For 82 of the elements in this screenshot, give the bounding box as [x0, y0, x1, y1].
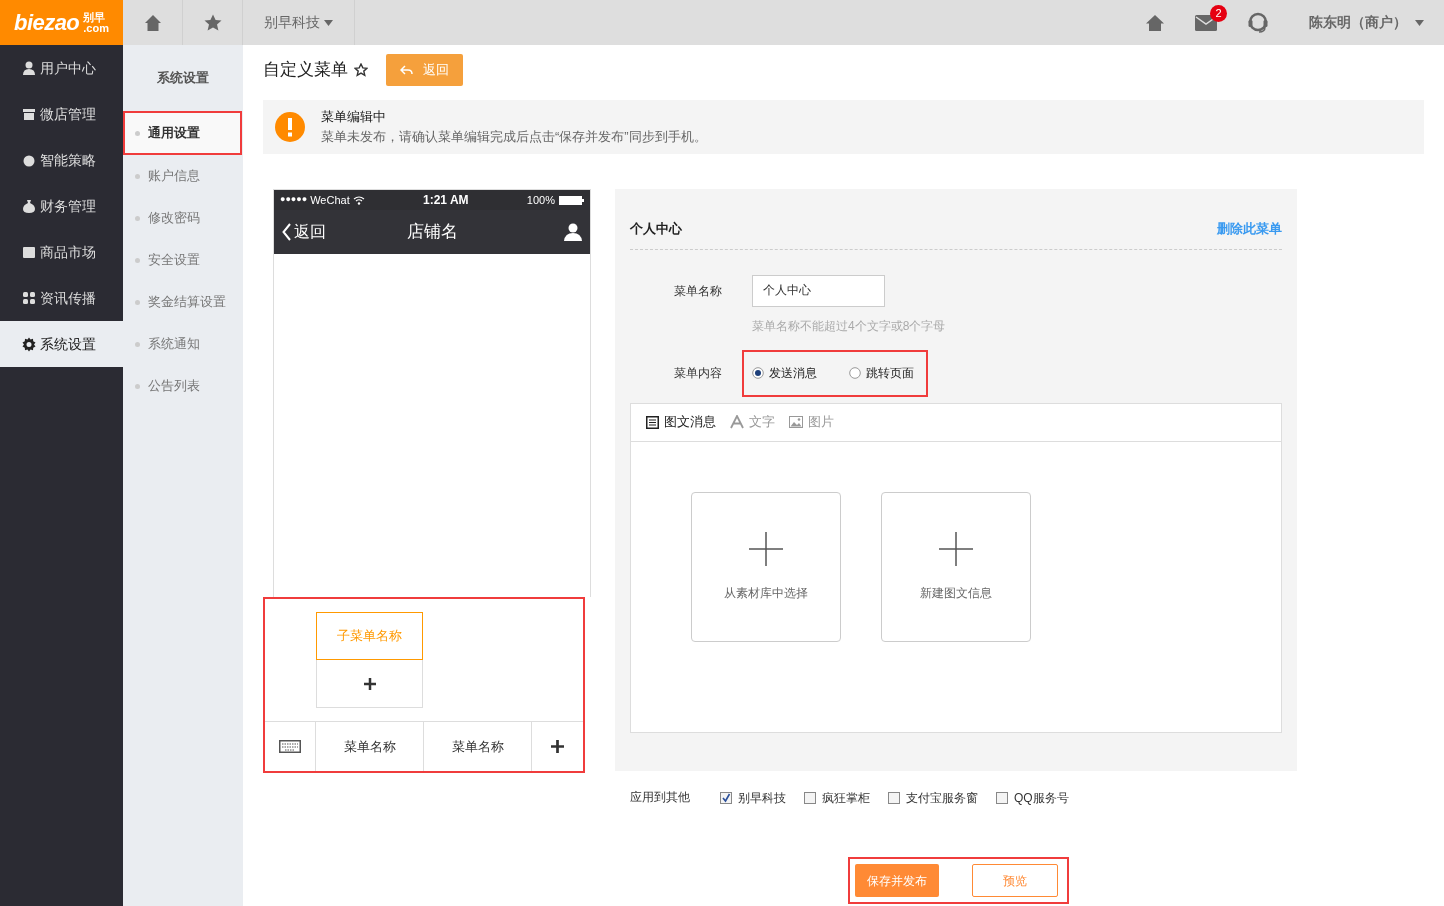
field-hint: 菜单名称不能超过4个文字或8个字母: [752, 317, 947, 335]
page-title: 自定义菜单: [263, 59, 348, 82]
bullet-icon: [135, 215, 140, 221]
image-icon: [789, 416, 803, 428]
company-dropdown[interactable]: 别早科技: [243, 0, 355, 45]
checkbox-option[interactable]: QQ服务号: [996, 789, 1069, 807]
wifi-icon: [352, 195, 365, 205]
nav-item[interactable]: 微店管理: [0, 91, 123, 137]
radio-button[interactable]: [849, 367, 861, 379]
phone-back-link[interactable]: 返回: [294, 220, 326, 244]
checkbox-option[interactable]: 别早科技: [720, 789, 786, 807]
radio-button[interactable]: [752, 367, 764, 379]
warning-icon: [275, 112, 305, 142]
checkbox[interactable]: [996, 792, 1008, 804]
checkbox[interactable]: [804, 792, 816, 804]
bullet-icon: [135, 341, 140, 347]
alert-title: 菜单编辑中: [321, 108, 387, 126]
unread-badge: 2: [1210, 4, 1227, 22]
nav-item[interactable]: 智能策略: [0, 137, 123, 183]
menu-item[interactable]: 菜单名称: [424, 722, 532, 771]
bullet-icon: [135, 130, 140, 136]
menu-heading: 个人中心: [630, 220, 682, 238]
nav-item[interactable]: 财务管理: [0, 183, 123, 229]
subnav-item[interactable]: 通用设置: [123, 111, 242, 155]
add-material-tile[interactable]: 从素材库中选择: [691, 491, 841, 642]
list-icon: [646, 415, 659, 429]
subnav-item[interactable]: 安全设置: [123, 239, 242, 281]
checkbox-option[interactable]: 疯狂掌柜: [804, 789, 870, 807]
plus-icon: [363, 677, 376, 690]
shop-name-title: 店铺名: [406, 221, 458, 244]
bullet-icon: [135, 383, 140, 389]
letter-icon: [730, 415, 744, 429]
person-icon: [22, 60, 36, 76]
plus-icon: [749, 531, 783, 566]
money-bag-icon: [22, 198, 36, 214]
checkbox-option[interactable]: 支付宝服务窗: [888, 789, 978, 807]
subnav-item[interactable]: 系统通知: [123, 323, 242, 365]
radio-option[interactable]: 跳转页面: [849, 364, 914, 382]
field-label: 菜单名称: [674, 282, 722, 300]
battery-percent: 100%: [526, 192, 555, 208]
nav-item[interactable]: 用户中心: [0, 45, 123, 91]
checkbox[interactable]: [720, 792, 732, 804]
menu-item[interactable]: 菜单名称: [316, 722, 424, 771]
store-icon: [22, 106, 36, 122]
caret-icon: [324, 19, 333, 26]
subnav-item[interactable]: 公告列表: [123, 365, 242, 407]
reply-icon: [400, 65, 413, 75]
mail-icon[interactable]: [1195, 14, 1217, 31]
bullet-icon: [135, 173, 140, 179]
add-material-tile[interactable]: 新建图文信息: [881, 491, 1031, 642]
plus-icon: [939, 531, 973, 566]
subnav-item[interactable]: 账户信息: [123, 155, 242, 197]
plus-icon: [551, 740, 564, 753]
subnav-item[interactable]: 奖金结算设置: [123, 281, 242, 323]
user-menu[interactable]: 陈东明（商户）: [1309, 12, 1424, 33]
menu-name-field[interactable]: 个人中心: [752, 274, 885, 307]
carrier-name: WeChat: [310, 192, 350, 208]
nav-item[interactable]: 系统设置: [0, 321, 123, 367]
field-label: 菜单内容: [674, 365, 722, 382]
person-icon[interactable]: [564, 223, 582, 241]
subnav-item[interactable]: 修改密码: [123, 197, 242, 239]
nav-item[interactable]: 商品市场: [0, 229, 123, 275]
chevron-left-icon[interactable]: [282, 223, 292, 241]
star-icon[interactable]: [354, 63, 368, 77]
bullet-icon: [135, 257, 140, 263]
subnav-title: 系统设置: [156, 69, 210, 88]
apply-label: 应用到其他: [630, 788, 691, 806]
settings-icon: [22, 336, 36, 352]
home-icon[interactable]: [1145, 13, 1165, 32]
headset-icon[interactable]: [1247, 11, 1269, 34]
content-tab[interactable]: 图文消息: [646, 412, 716, 432]
checkbox[interactable]: [888, 792, 900, 804]
signal-dots: ●●●●●: [280, 193, 308, 207]
clock-time: 1:21 AM: [423, 192, 469, 209]
radio-option[interactable]: 发送消息: [752, 364, 817, 382]
battery-icon: [559, 195, 584, 205]
keyboard-icon: [279, 740, 301, 753]
grid-icon: [22, 290, 36, 306]
alert-message: 菜单未发布，请确认菜单编辑完成后点击“保存并发布”同步到手机。: [321, 128, 707, 146]
bullet-icon: [135, 299, 140, 305]
caret-icon: [1415, 19, 1424, 26]
nav-item[interactable]: 资讯传播: [0, 275, 123, 321]
